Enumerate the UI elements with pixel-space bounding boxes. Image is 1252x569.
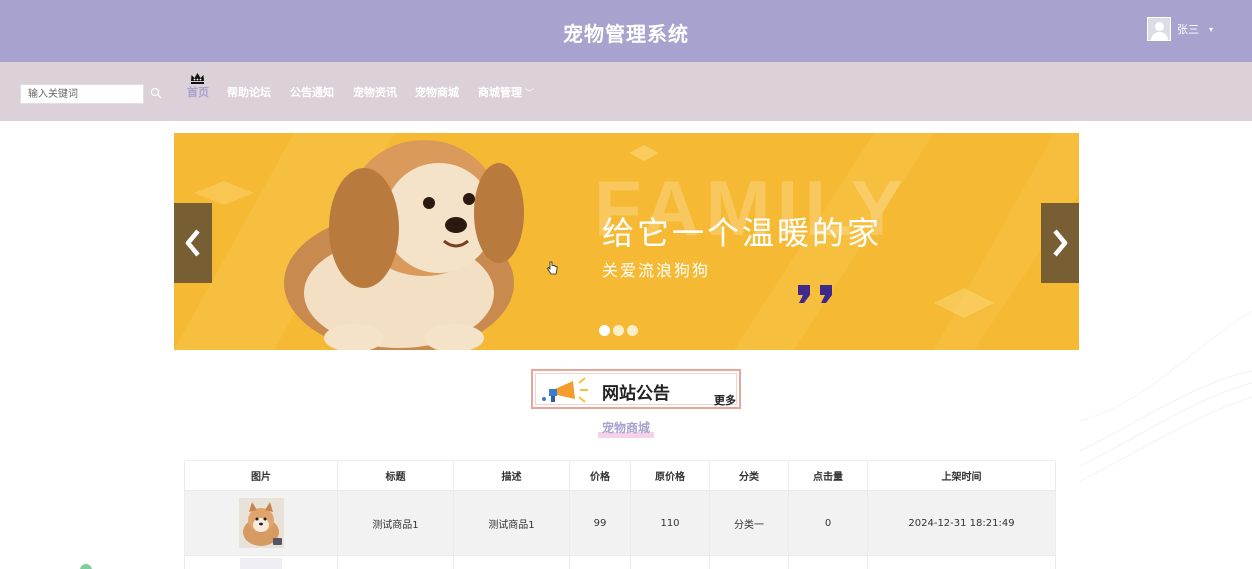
carousel-dot-3[interactable] <box>627 325 638 336</box>
product-image-cell[interactable] <box>184 555 338 569</box>
column-header-category: 分类 <box>709 460 789 491</box>
dog-photo <box>284 140 524 350</box>
banner-subline: 关爱流浪狗狗 <box>602 261 711 280</box>
column-header-image: 图片 <box>184 460 338 491</box>
shop-title-text: 宠物商城 <box>597 419 654 438</box>
table-row[interactable] <box>184 555 1056 569</box>
avatar[interactable] <box>1147 17 1171 41</box>
nav-item-pet-news[interactable]: 宠物资讯 <box>353 84 397 100</box>
product-category-cell: 分类一 <box>709 490 789 556</box>
chevron-down-icon: ﹀ <box>525 89 535 99</box>
carousel-prev-button[interactable] <box>174 203 212 283</box>
search-icon[interactable] <box>150 87 162 99</box>
table-cell <box>337 555 454 569</box>
floating-widget-icon[interactable] <box>80 564 92 569</box>
product-original-price-cell: 110 <box>630 490 710 556</box>
table-header-row: 图片 标题 描述 价格 原价格 分类 点击量 上架时间 <box>184 460 1056 491</box>
product-image-cell[interactable] <box>184 490 338 556</box>
nav-item-home[interactable]: 首页 <box>187 84 209 100</box>
nav-item-shop-management-label: 商城管理 <box>478 86 522 99</box>
carousel-dot-2[interactable] <box>613 325 624 336</box>
chevron-right-icon <box>1053 229 1068 257</box>
chevron-left-icon <box>185 229 200 257</box>
nav-item-help-forum[interactable]: 帮助论坛 <box>227 84 271 100</box>
header-bar: 宠物管理系统 张三 ▾ <box>0 0 1252 62</box>
crown-icon <box>191 73 204 84</box>
product-thumbnail[interactable] <box>240 558 282 569</box>
table-cell <box>453 555 570 569</box>
table-cell <box>709 555 789 569</box>
carousel-dot-1[interactable] <box>599 325 610 336</box>
column-header-description: 描述 <box>453 460 570 491</box>
nav-item-shop-management[interactable]: 商城管理 ﹀ <box>478 84 534 100</box>
column-header-title: 标题 <box>337 460 454 491</box>
nav-item-pet-shop[interactable]: 宠物商城 <box>415 84 459 100</box>
search-input[interactable] <box>20 84 144 104</box>
chevron-down-icon[interactable]: ▾ <box>1209 25 1213 34</box>
banner-carousel[interactable]: FAMILY 给它一个温暖的家 关爱流浪狗狗 <box>174 133 1079 350</box>
shop-section-title: 宠物商城 <box>0 417 1252 438</box>
notice-title: 网站公告 <box>602 384 670 404</box>
user-menu[interactable]: 张三 ▾ <box>1147 16 1213 42</box>
product-listed-time-cell: 2024-12-31 18:21:49 <box>867 490 1056 556</box>
table-row[interactable]: 测试商品1 测试商品1 99 110 分类一 0 2024-12-31 18:2… <box>184 490 1056 556</box>
hand-cursor-icon <box>546 261 558 275</box>
table-cell <box>867 555 1056 569</box>
product-price-cell: 99 <box>569 490 631 556</box>
column-header-clicks: 点击量 <box>788 460 868 491</box>
banner-headline: 给它一个温暖的家 <box>602 214 883 252</box>
product-clicks-cell: 0 <box>788 490 868 556</box>
product-description-cell: 测试商品1 <box>453 490 570 556</box>
product-table: 图片 标题 描述 价格 原价格 分类 点击量 上架时间 测试商品1 测试商品1 … <box>184 460 1056 569</box>
carousel-indicators <box>599 325 638 336</box>
table-cell <box>788 555 868 569</box>
megaphone-icon <box>542 377 588 403</box>
quote-icon <box>798 285 832 303</box>
table-cell <box>569 555 631 569</box>
page: 宠物管理系统 张三 ▾ 首页 帮助论坛 公告通知 宠物资讯 宠物商城 商城管理﹀ <box>0 0 1252 569</box>
background-swirl-decoration <box>1080 310 1252 482</box>
notice-header: 网站公告 更多 <box>531 369 741 409</box>
site-title: 宠物管理系统 <box>563 22 689 46</box>
table-cell <box>630 555 710 569</box>
notice-more-link[interactable]: 更多 <box>714 392 736 408</box>
carousel-next-button[interactable] <box>1041 203 1079 283</box>
nav-item-announcements[interactable]: 公告通知 <box>290 84 334 100</box>
product-thumbnail[interactable] <box>238 498 284 548</box>
column-header-price: 价格 <box>569 460 631 491</box>
user-name[interactable]: 张三 <box>1177 21 1199 37</box>
column-header-listed-time: 上架时间 <box>867 460 1056 491</box>
column-header-original-price: 原价格 <box>630 460 710 491</box>
product-title-cell: 测试商品1 <box>337 490 454 556</box>
